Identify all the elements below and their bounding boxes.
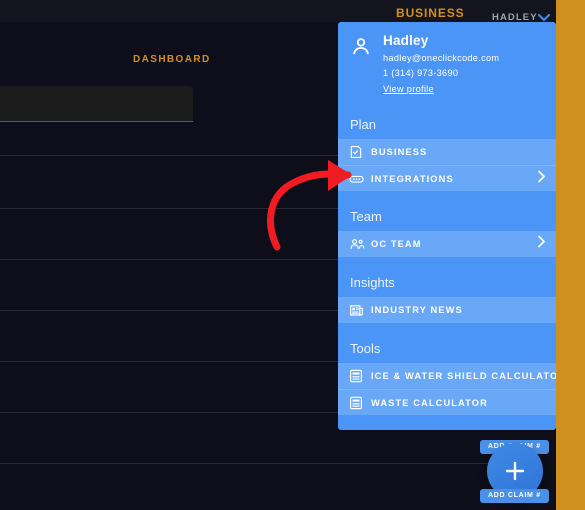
- section-spacer: [338, 191, 556, 203]
- menu-item-integrations[interactable]: INTEGRATIONS: [338, 165, 556, 191]
- menu-item-industry-news[interactable]: INDUSTRY NEWS: [338, 297, 556, 323]
- profile-email: hadley@oneclickcode.com: [383, 53, 500, 63]
- menu-item-label: INTEGRATIONS: [371, 173, 454, 184]
- document-check-icon: [349, 145, 371, 159]
- chevron-right-icon: [537, 169, 546, 188]
- profile-name: Hadley: [383, 33, 429, 48]
- profile-phone: 1 (314) 973-3690: [383, 68, 459, 78]
- menu-item-business[interactable]: BUSINESS: [338, 139, 556, 165]
- menu-item-oc-team[interactable]: OC TEAM: [338, 231, 556, 257]
- avatar: [350, 33, 380, 97]
- menu-item-label: INDUSTRY NEWS: [371, 305, 463, 315]
- integrations-icon: [349, 172, 371, 186]
- menu-item-label: OC TEAM: [371, 239, 422, 249]
- people-group-icon: [349, 237, 371, 251]
- chevron-right-icon: [537, 235, 546, 254]
- menu-item-label: BUSINESS: [371, 147, 428, 157]
- menu-item-ice-water-shield-calculator[interactable]: ICE & WATER SHIELD CALCULATOR: [338, 363, 556, 389]
- section-header-insights: Insights: [338, 269, 556, 297]
- right-edge-panel: [556, 0, 585, 510]
- section-header-tools: Tools: [338, 335, 556, 363]
- section-header-plan: Plan: [338, 111, 556, 139]
- profile-header: Hadley hadley@oneclickcode.com 1 (314) 9…: [338, 22, 556, 111]
- app-root: BUSINESS HADLEY DASHBOARD ADD CLAIM # AD…: [0, 0, 585, 510]
- plus-icon: [505, 461, 525, 481]
- top-bar: [0, 0, 556, 22]
- search-input[interactable]: [0, 86, 193, 122]
- view-profile-link[interactable]: View profile: [383, 84, 434, 94]
- user-dropdown-panel: Hadley hadley@oneclickcode.com 1 (314) 9…: [338, 22, 556, 430]
- table-row-divider: [0, 463, 540, 464]
- section-spacer: [338, 323, 556, 335]
- dashboard-section-label: DASHBOARD: [133, 54, 211, 65]
- menu-item-waste-calculator[interactable]: WASTE CALCULATOR: [338, 389, 556, 415]
- person-icon: [353, 38, 369, 55]
- calculator-icon: [349, 369, 371, 383]
- add-claim-button[interactable]: ADD CLAIM #: [480, 489, 549, 503]
- newspaper-icon: [349, 303, 371, 317]
- section-spacer: [338, 257, 556, 269]
- menu-item-label: ICE & WATER SHIELD CALCULATOR: [371, 371, 556, 381]
- menu-item-label: WASTE CALCULATOR: [371, 397, 488, 408]
- calculator-icon: [349, 396, 371, 410]
- page-title: BUSINESS: [396, 6, 465, 20]
- section-header-team: Team: [338, 203, 556, 231]
